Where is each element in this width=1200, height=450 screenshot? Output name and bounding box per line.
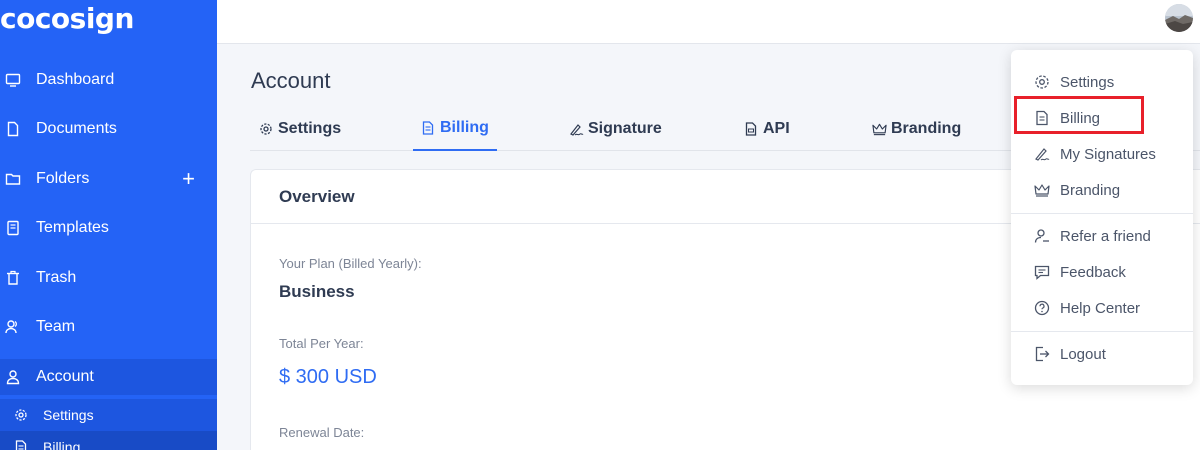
gear-icon [259, 122, 274, 137]
tab-label: Billing [440, 119, 489, 136]
team-icon [5, 319, 21, 335]
billing-icon [421, 121, 436, 136]
renewal-label: Renewal Date: [279, 425, 365, 440]
plan-value: Business [279, 282, 355, 301]
sidebar-item-team[interactable]: Team [0, 309, 217, 345]
menu-item-label: My Signatures [1060, 145, 1156, 163]
user-icon [5, 369, 21, 385]
menu-item-label: Feedback [1060, 263, 1126, 281]
sidebar-item-label: Account [36, 368, 94, 385]
crown-icon [1033, 182, 1050, 199]
sidebar-subitem-label: Billing [43, 439, 81, 450]
top-bar [217, 0, 1200, 44]
tab-label: Branding [891, 120, 962, 137]
sidebar-subitem-billing[interactable]: Billing [0, 431, 217, 450]
user-dropdown-menu: Settings Billing My Signatures Branding … [1011, 50, 1193, 385]
sidebar-item-dashboard[interactable]: Dashboard [0, 62, 217, 98]
tab-label: API [763, 120, 790, 137]
sidebar-item-label: Folders [36, 170, 90, 187]
user-avatar[interactable] [1165, 4, 1193, 32]
signature-icon [569, 122, 584, 137]
menu-item-billing[interactable]: Billing [1011, 103, 1193, 133]
gear-icon [14, 408, 28, 422]
add-folder-button[interactable]: + [182, 168, 195, 190]
menu-item-feedback[interactable]: Feedback [1011, 257, 1193, 287]
total-value: $ 300 USD [279, 366, 377, 388]
plan-label: Your Plan (Billed Yearly): [279, 256, 422, 271]
menu-item-my-signatures[interactable]: My Signatures [1011, 139, 1193, 169]
menu-item-help-center[interactable]: Help Center [1011, 293, 1193, 323]
crown-icon [872, 122, 887, 137]
total-label: Total Per Year: [279, 336, 364, 351]
sidebar-item-folders[interactable]: Folders + [0, 161, 217, 197]
sidebar-item-label: Documents [36, 120, 117, 137]
tab-settings[interactable]: Settings [259, 107, 341, 151]
cocosign-logo[interactable]: cocosign [0, 2, 134, 35]
feedback-icon [1033, 264, 1050, 281]
template-icon [5, 220, 21, 236]
sidebar-subitem-label: Settings [43, 407, 94, 423]
api-icon [744, 122, 759, 137]
sidebar-item-templates[interactable]: Templates [0, 210, 217, 246]
menu-item-refer-a-friend[interactable]: Refer a friend [1011, 221, 1193, 251]
menu-item-label: Refer a friend [1060, 227, 1151, 245]
sidebar-item-label: Team [36, 318, 76, 335]
sidebar-item-label: Templates [36, 219, 109, 236]
menu-item-label: Billing [1060, 109, 1101, 127]
tab-branding[interactable]: Branding [872, 107, 961, 151]
menu-item-branding[interactable]: Branding [1011, 175, 1193, 205]
monitor-icon [5, 72, 21, 88]
trash-icon [5, 270, 21, 286]
sidebar-item-label: Trash [36, 269, 77, 286]
tab-label: Signature [588, 120, 662, 137]
billing-icon [1033, 110, 1050, 127]
sidebar-item-documents[interactable]: Documents [0, 111, 217, 147]
sidebar-item-trash[interactable]: Trash [0, 260, 217, 296]
menu-item-label: Settings [1060, 73, 1115, 91]
sidebar-item-label: Dashboard [36, 71, 115, 88]
billing-icon [14, 440, 28, 450]
document-icon [5, 121, 21, 137]
tab-label: Settings [278, 120, 342, 137]
page-title: Account [251, 68, 331, 93]
gear-icon [1033, 74, 1050, 91]
menu-item-label: Logout [1060, 345, 1106, 363]
menu-item-settings[interactable]: Settings [1011, 67, 1193, 97]
sidebar-item-account[interactable]: Account [0, 359, 217, 395]
refer-icon [1033, 228, 1050, 245]
menu-item-label: Help Center [1060, 299, 1141, 317]
tab-billing[interactable]: Billing [413, 107, 497, 151]
sidebar: cocosign Dashboard Documents Folders + T… [0, 0, 217, 450]
signature-icon [1033, 146, 1050, 163]
menu-divider [1011, 331, 1193, 332]
menu-divider [1011, 213, 1193, 214]
sidebar-subitem-settings[interactable]: Settings [0, 399, 217, 431]
tab-api[interactable]: API [744, 107, 790, 151]
menu-item-label: Branding [1060, 181, 1121, 199]
tab-signature[interactable]: Signature [569, 107, 662, 151]
logout-icon [1033, 346, 1050, 363]
help-icon [1033, 300, 1050, 317]
folder-icon [5, 171, 21, 187]
menu-item-logout[interactable]: Logout [1011, 339, 1193, 369]
